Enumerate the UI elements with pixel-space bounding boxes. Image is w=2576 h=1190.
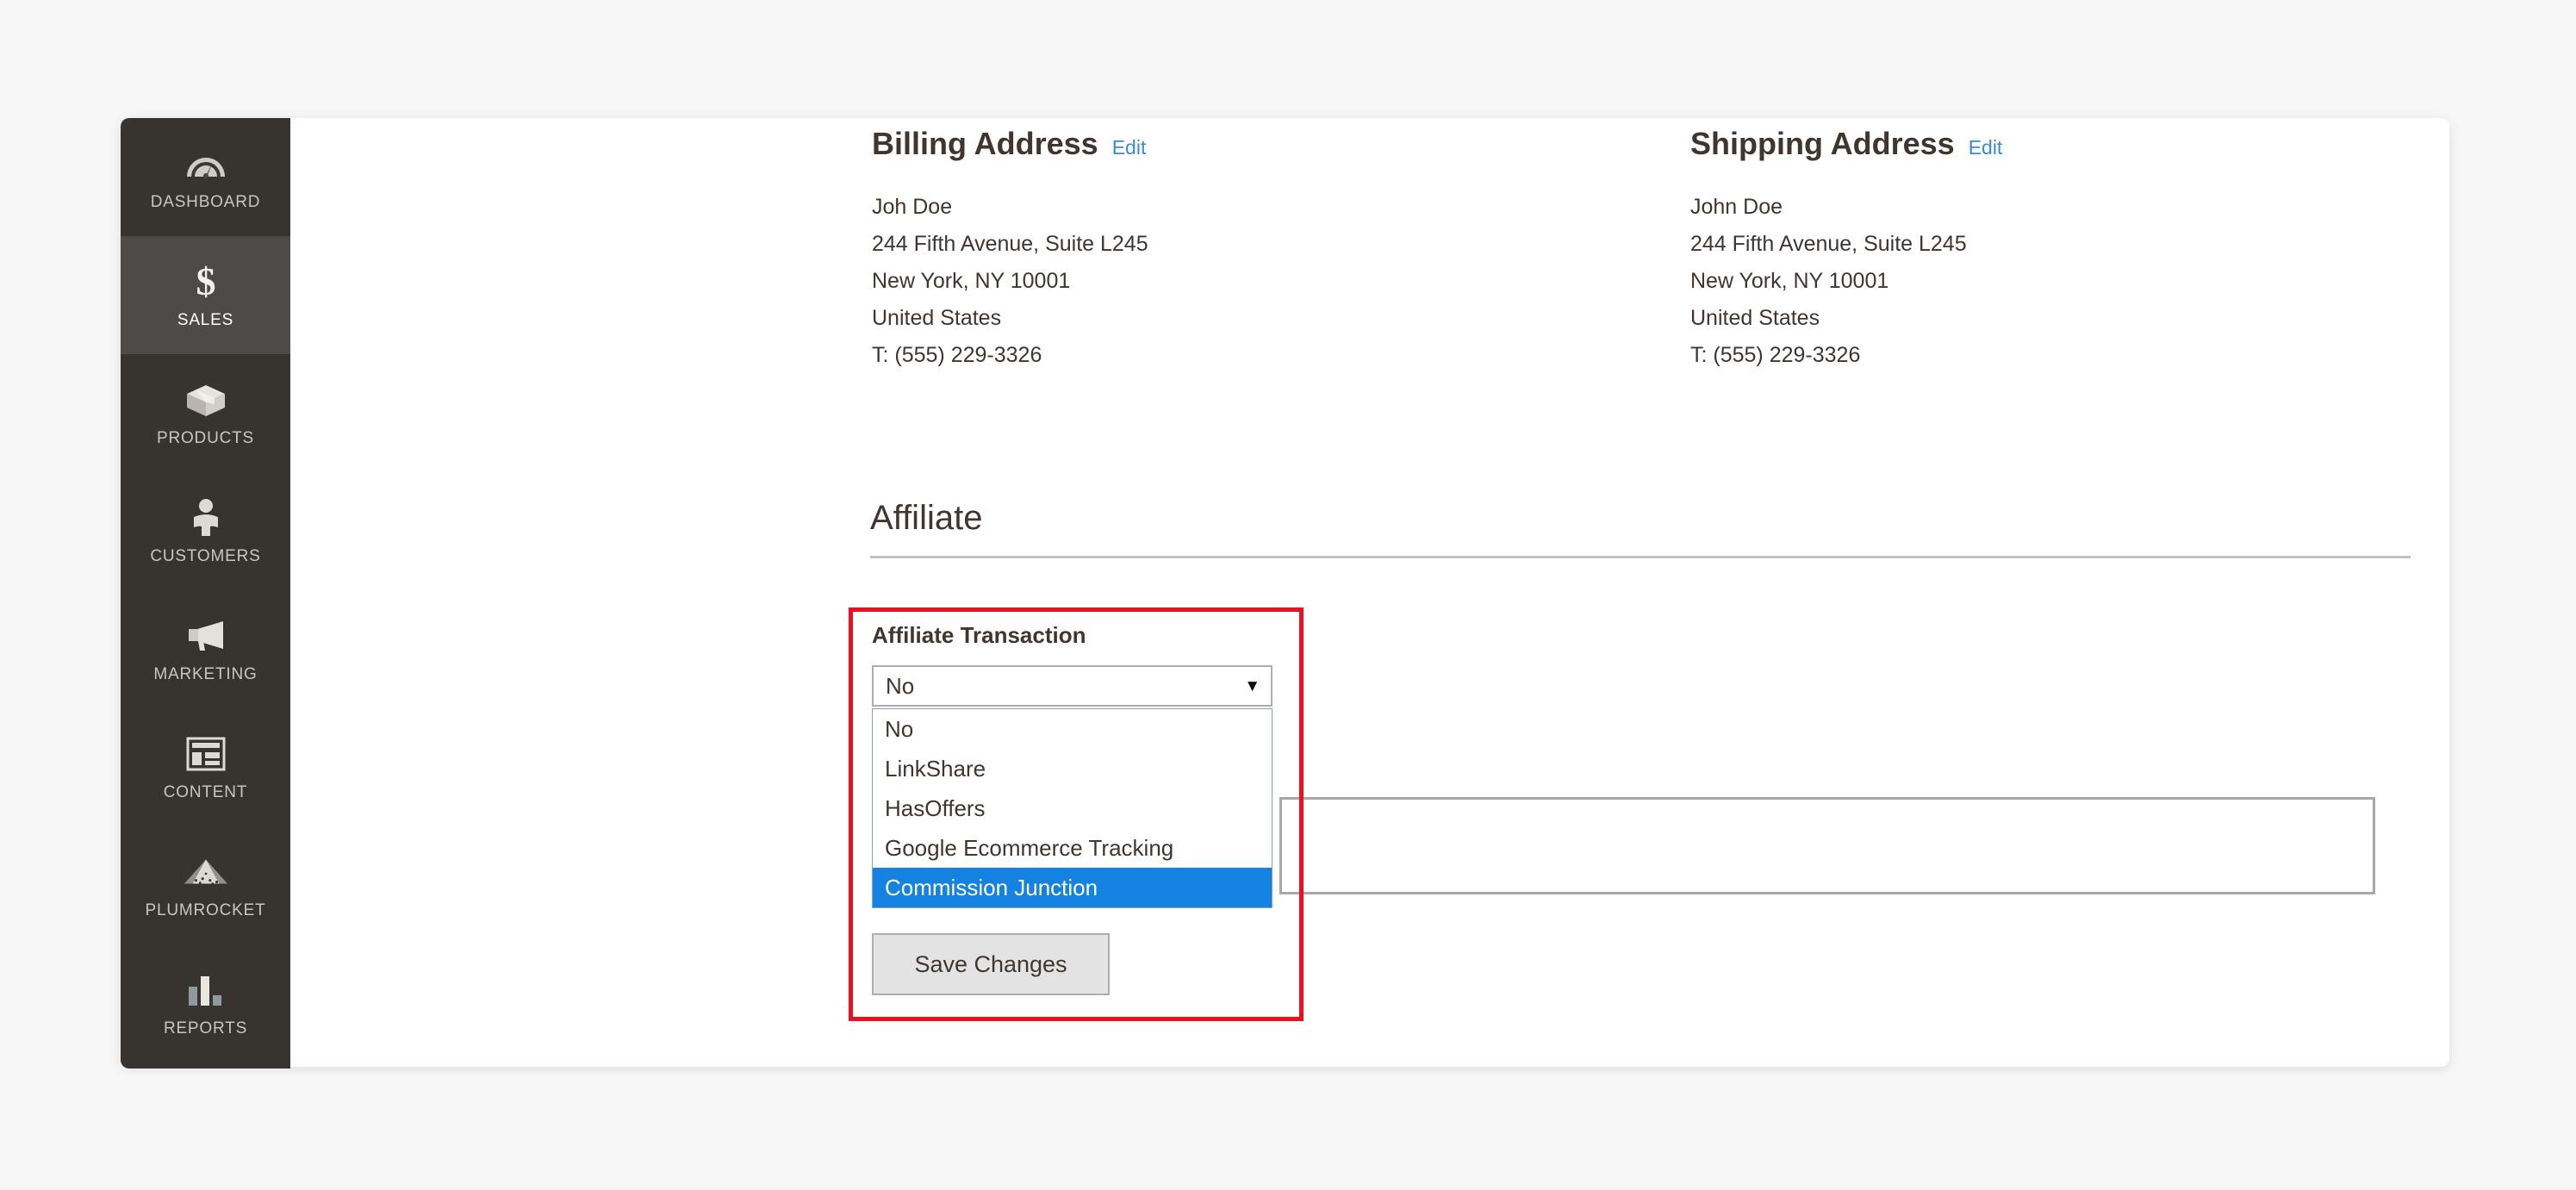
billing-address-line: Joh Doe <box>872 194 953 219</box>
affiliate-transaction-label: Affiliate Transaction <box>872 622 1086 648</box>
affiliate-transaction-selected-value: No <box>886 672 915 699</box>
billing-address-line: T: (555) 229-3326 <box>872 342 1042 367</box>
option-item-linkshare[interactable]: LinkShare <box>873 749 1272 788</box>
billing-address-block: Billing Address Edit Joh Doe 244 Fifth A… <box>872 127 1647 374</box>
billing-address-title: Billing Address <box>872 126 1098 161</box>
megaphone-icon <box>183 615 229 657</box>
layout-icon <box>183 733 229 775</box>
person-icon <box>183 497 229 539</box>
sidebar-item-dashboard[interactable]: DASHBOARD <box>121 118 290 236</box>
shipping-address-line: United States <box>1690 305 1820 330</box>
sidebar-item-marketing[interactable]: MARKETING <box>121 590 290 708</box>
chevron-down-icon: ▼ <box>1244 676 1260 695</box>
affiliate-section-divider <box>870 556 2411 558</box>
billing-address-line: 244 Fifth Avenue, Suite L245 <box>872 231 1148 256</box>
sidebar-item-products[interactable]: PRODUCTS <box>121 354 290 472</box>
shipping-address-edit-link[interactable]: Edit <box>1969 136 2003 159</box>
sidebar-item-sales[interactable]: $ SALES <box>121 236 290 354</box>
option-item-no[interactable]: No <box>873 709 1272 749</box>
option-item-google-ecommerce-tracking[interactable]: Google Ecommerce Tracking <box>873 828 1272 868</box>
affiliate-section-heading: Affiliate <box>870 499 983 537</box>
shipping-address-line: 244 Fifth Avenue, Suite L245 <box>1690 231 1967 256</box>
sidebar-item-reports[interactable]: REPORTS <box>121 944 290 1062</box>
sidebar-item-content[interactable]: CONTENT <box>121 708 290 826</box>
sidebar-item-label: PLUMROCKET <box>145 900 266 919</box>
shipping-address-title: Shipping Address <box>1690 126 1955 161</box>
save-changes-button[interactable]: Save Changes <box>872 933 1110 995</box>
shipping-address-lines: John Doe 244 Fifth Avenue, Suite L245 Ne… <box>1690 189 2466 374</box>
affiliate-section: Affiliate <box>870 499 2412 558</box>
shipping-address-line: John Doe <box>1690 194 1783 219</box>
sidebar: DASHBOARD $ SALES PRODUCTS CUSTOMERS MAR… <box>121 118 290 1069</box>
svg-text:$: $ <box>196 262 215 302</box>
billing-address-header: Billing Address Edit <box>872 127 1647 161</box>
bar-chart-icon <box>183 969 229 1011</box>
affiliate-transaction-select[interactable]: No ▼ <box>872 665 1272 707</box>
billing-address-lines: Joh Doe 244 Fifth Avenue, Suite L245 New… <box>872 189 1647 374</box>
affiliate-transaction-option-list[interactable]: No LinkShare HasOffers Google Ecommerce … <box>872 708 1272 908</box>
sidebar-item-plumrocket[interactable]: PLUMROCKET <box>121 826 290 944</box>
pyramid-icon <box>183 851 229 893</box>
sidebar-item-label: REPORTS <box>163 1019 248 1037</box>
sidebar-item-label: CUSTOMERS <box>150 546 261 565</box>
box-icon <box>183 379 229 421</box>
sidebar-item-customers[interactable]: CUSTOMERS <box>121 472 290 590</box>
dollar-icon: $ <box>183 261 229 302</box>
shipping-address-block: Shipping Address Edit John Doe 244 Fifth… <box>1690 127 2466 374</box>
gauge-icon <box>183 143 229 184</box>
option-item-hasoffers[interactable]: HasOffers <box>873 788 1272 828</box>
shipping-address-line: T: (555) 229-3326 <box>1690 342 1861 367</box>
shipping-address-header: Shipping Address Edit <box>1690 127 2466 161</box>
sidebar-item-label: PRODUCTS <box>156 428 254 447</box>
billing-address-line: New York, NY 10001 <box>872 268 1071 293</box>
page-body: Billing Address Edit Joh Doe 244 Fifth A… <box>290 118 2449 1067</box>
billing-address-line: United States <box>872 305 1002 330</box>
sidebar-item-label: DASHBOARD <box>150 192 261 211</box>
billing-address-edit-link[interactable]: Edit <box>1112 136 1147 159</box>
sidebar-item-label: SALES <box>177 310 234 329</box>
option-item-commission-junction[interactable]: Commission Junction <box>873 868 1272 907</box>
comment-textarea[interactable] <box>1279 797 2375 894</box>
sidebar-item-label: MARKETING <box>153 664 258 683</box>
sidebar-item-label: CONTENT <box>163 782 248 801</box>
shipping-address-line: New York, NY 10001 <box>1690 268 1889 293</box>
